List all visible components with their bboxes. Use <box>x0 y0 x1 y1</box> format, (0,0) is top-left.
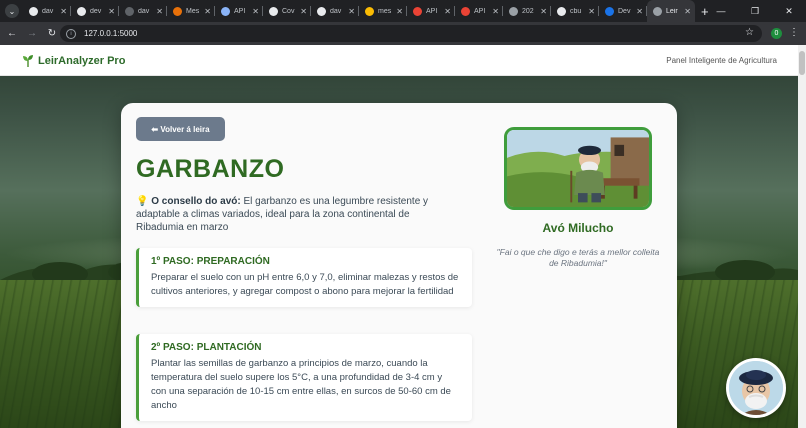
step-title: 2º PASO: PLANTACIÓN <box>151 342 262 353</box>
tab-close-icon[interactable]: ✕ <box>396 7 403 16</box>
navbar-tagline: Panel Inteligente de Agricultura <box>666 56 777 65</box>
back-to-field-button[interactable]: ⬅ Volver á leira <box>136 117 225 141</box>
browser-tab[interactable]: 202 ✕ <box>503 0 551 22</box>
browser-menu-icon[interactable]: ⋮ <box>789 27 799 38</box>
globe-icon <box>653 6 662 16</box>
restore-icon[interactable]: ❐ <box>738 0 772 22</box>
tab-title: dav <box>138 7 150 15</box>
gemini-icon <box>413 6 422 16</box>
tab-title: dav <box>42 7 54 15</box>
tab-close-icon[interactable]: ✕ <box>684 7 691 16</box>
tab-close-icon[interactable]: ✕ <box>204 7 211 16</box>
tab-title: Dev <box>618 7 631 15</box>
tab-title: Cov <box>282 7 295 15</box>
browser-tab[interactable]: Cov ✕ <box>263 0 311 22</box>
brand[interactable]: LeirAnalyzer Pro <box>22 54 125 67</box>
reload-icon[interactable]: ↻ <box>42 28 62 39</box>
browser-tab[interactable]: dav ✕ <box>23 0 71 22</box>
github-icon <box>317 6 326 16</box>
url-text[interactable]: 127.0.0.1:5000 <box>84 29 137 38</box>
grandpa-chat-button[interactable] <box>726 358 786 418</box>
globe-icon <box>173 6 182 16</box>
step-text: Preparar el suelo con un pH entre 6,0 y … <box>151 272 459 297</box>
browser-tab[interactable]: Mes ✕ <box>167 0 215 22</box>
browser-tab[interactable]: API ✕ <box>407 0 455 22</box>
tab-close-icon[interactable]: ✕ <box>444 7 451 16</box>
page-scrollbar[interactable] <box>798 45 806 428</box>
tab-title: Leir <box>666 7 678 15</box>
crop-title: GARBANZO <box>136 155 285 183</box>
browser-toolbar: ← → ↻ i 127.0.0.1:5000 ☆ 0 ⋮ <box>0 22 806 45</box>
step-card: 1º PASO: PREPARACIÓN Preparar el suelo c… <box>136 248 472 307</box>
browser-tab[interactable]: API ✕ <box>215 0 263 22</box>
tab-close-icon[interactable]: ✕ <box>108 7 115 16</box>
browser-tab[interactable]: cbu ✕ <box>551 0 599 22</box>
github-icon <box>557 6 566 16</box>
doc-icon <box>221 6 230 16</box>
bookmark-star-icon[interactable]: ☆ <box>745 27 754 38</box>
seedling-icon <box>23 55 33 67</box>
browser-tab-strip: ⌄ dav ✕ dev ✕ dav ✕ Mes ✕ API ✕ Cov ✕ dav ✕ mes ✕ API ✕ AP… <box>0 0 806 22</box>
browser-tab[interactable]: mes ✕ <box>359 0 407 22</box>
tab-close-icon[interactable]: ✕ <box>636 7 643 16</box>
advice-label: O consello do avó: <box>151 196 241 207</box>
github-icon <box>269 6 278 16</box>
grandpa-portrait <box>504 127 652 210</box>
minimize-icon[interactable]: — <box>704 0 738 22</box>
close-window-icon[interactable]: ✕ <box>772 0 806 22</box>
browser-tab[interactable]: Dev ✕ <box>599 0 647 22</box>
tab-title: 202 <box>522 7 534 15</box>
github-icon <box>29 6 38 16</box>
tab-close-icon[interactable]: ✕ <box>492 7 499 16</box>
tab-title: API <box>474 7 486 15</box>
d-icon <box>605 6 614 16</box>
grandpa-quote: "Fai o que che digo e terás a mellor col… <box>496 247 660 268</box>
tab-close-icon[interactable]: ✕ <box>348 7 355 16</box>
tab-title: dav <box>330 7 342 15</box>
crop-advice-card: ⬅ Volver á leira GARBANZO 💡 O consello d… <box>121 103 677 428</box>
brand-name: LeirAnalyzer Pro <box>38 54 126 67</box>
browser-tab[interactable]: dav ✕ <box>119 0 167 22</box>
browser-tab[interactable]: Leir ✕ <box>647 0 695 22</box>
tab-title: API <box>234 7 246 15</box>
app-icon <box>365 6 374 16</box>
forward-arrow-icon[interactable]: → <box>22 28 42 39</box>
extension-badge-count: 0 <box>774 30 779 37</box>
site-info-icon[interactable]: i <box>66 28 76 39</box>
lightbulb-icon: 💡 <box>136 196 149 207</box>
back-arrow-icon[interactable]: ← <box>2 28 22 39</box>
github-icon <box>77 6 86 16</box>
grandpa-avatar <box>729 361 783 415</box>
tab-close-icon[interactable]: ✕ <box>300 7 307 16</box>
tab-title: API <box>426 7 438 15</box>
blank-icon <box>125 6 134 16</box>
scrollbar-thumb[interactable] <box>799 51 805 75</box>
browser-tab[interactable]: dav ✕ <box>311 0 359 22</box>
tab-search-icon[interactable]: ⌄ <box>5 4 19 18</box>
address-bar[interactable]: i 127.0.0.1:5000 ☆ <box>60 25 762 42</box>
extension-icon[interactable]: 0 <box>771 28 782 39</box>
tab-title: cbu <box>570 7 582 15</box>
tab-title: dev <box>90 7 102 15</box>
tab-close-icon[interactable]: ✕ <box>252 7 259 16</box>
gemini-icon <box>461 6 470 16</box>
step-text: Plantar las semillas de garbanzo a princ… <box>151 358 451 411</box>
top-navbar: LeirAnalyzer Pro Panel Inteligente de Ag… <box>0 45 798 76</box>
tab-close-icon[interactable]: ✕ <box>60 7 67 16</box>
tab-close-icon[interactable]: ✕ <box>540 7 547 16</box>
tab-title: mes <box>378 7 392 15</box>
globe-icon <box>509 6 518 16</box>
step-card: 2º PASO: PLANTACIÓN Plantar las semillas… <box>136 334 472 421</box>
tab-title: Mes <box>186 7 200 15</box>
page-viewport: LeirAnalyzer Pro Panel Inteligente de Ag… <box>0 45 798 428</box>
browser-tab[interactable]: dev ✕ <box>71 0 119 22</box>
grandpa-name: Avó Milucho <box>542 221 614 235</box>
step-title: 1º PASO: PREPARACIÓN <box>151 256 270 267</box>
tab-close-icon[interactable]: ✕ <box>156 7 163 16</box>
tab-close-icon[interactable]: ✕ <box>588 7 595 16</box>
grandpa-advice: 💡 O consello do avó: El garbanzo es una … <box>136 195 454 234</box>
browser-tab[interactable]: API ✕ <box>455 0 503 22</box>
